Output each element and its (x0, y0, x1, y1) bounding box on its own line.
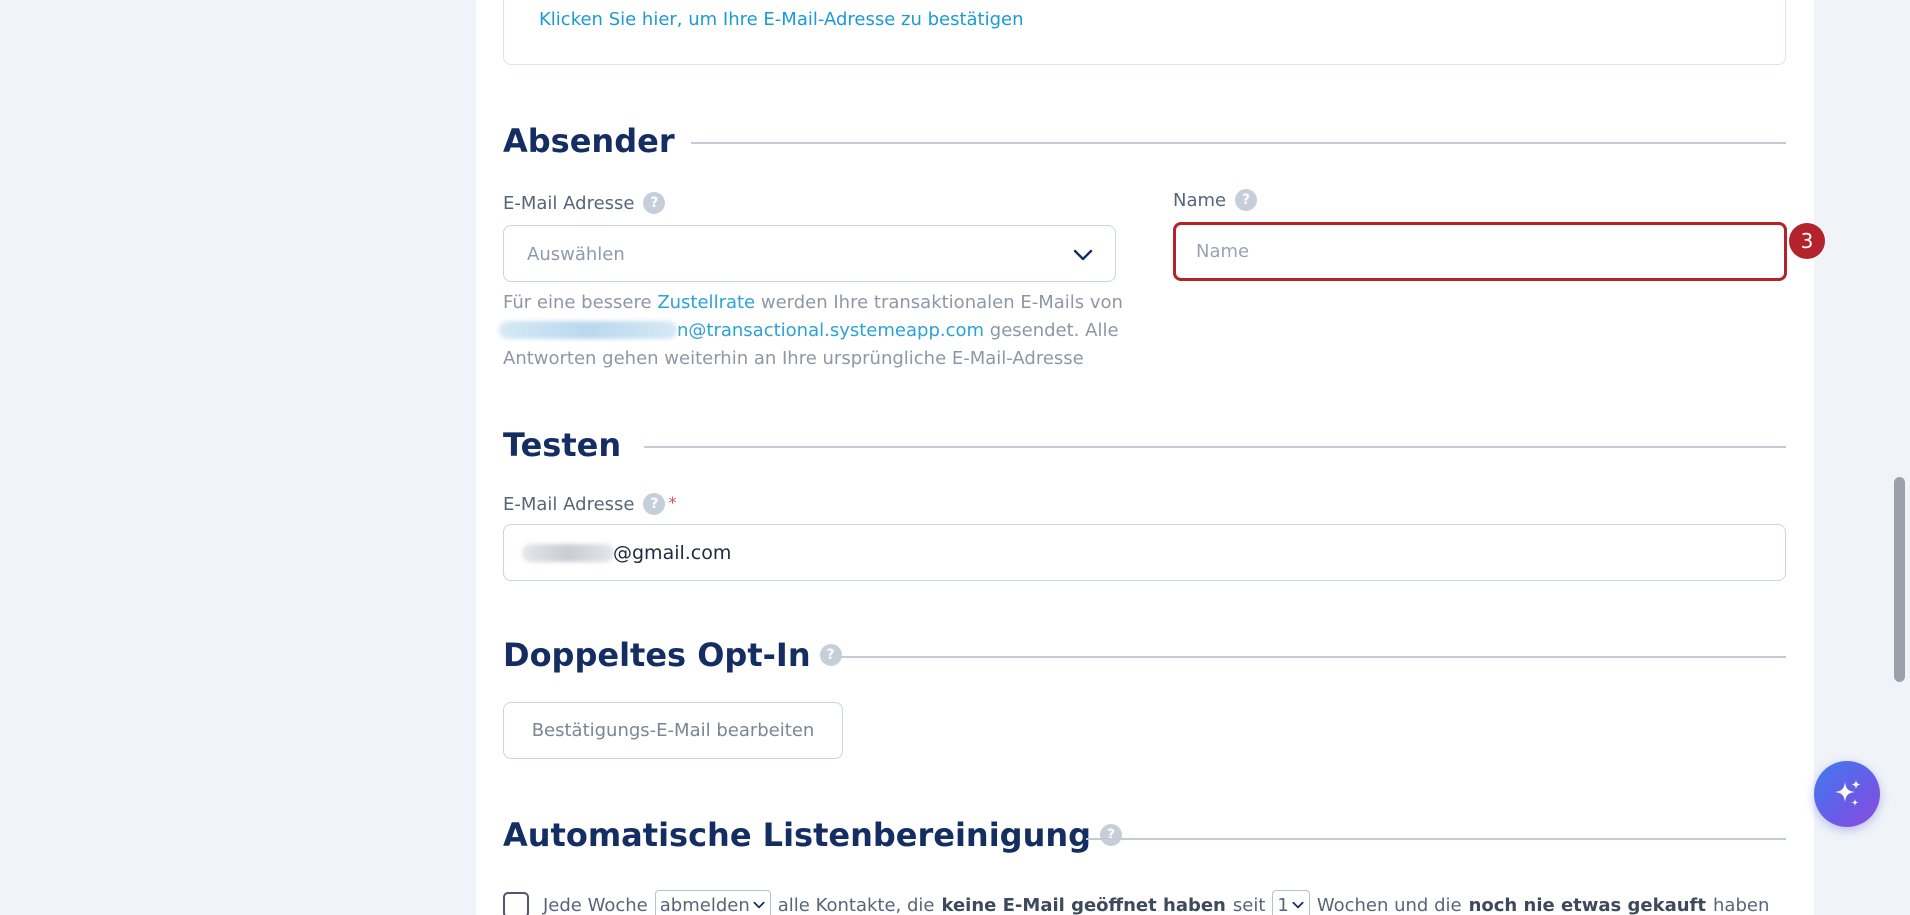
step-marker-badge: 3 (1789, 223, 1825, 259)
list-cleaning-rule: Jede Woche abmelden alle Kontakte, die k… (503, 890, 1771, 915)
rule-text-5: haben (1713, 894, 1770, 915)
sender-name-label-text: Name (1173, 189, 1227, 211)
sparkle-icon (1835, 780, 1861, 806)
question-circle-icon[interactable]: ? (819, 644, 842, 666)
test-email-label: E-Mail Adresse ? * (503, 493, 676, 515)
double-optin-divider (841, 656, 1786, 658)
redacted-sender-address (499, 321, 677, 339)
edit-confirmation-email-button[interactable]: Bestätigungs-E-Mail bearbeiten (503, 702, 843, 759)
weeks-value: 1 (1277, 894, 1289, 915)
list-cleaning-title: Automatische Listenbereinigung ? (503, 816, 1123, 854)
sender-name-input[interactable] (1173, 222, 1787, 281)
question-circle-icon[interactable]: ? (1235, 189, 1258, 211)
confirm-email-link[interactable]: Klicken Sie hier, um Ihre E-Mail-Adresse… (539, 9, 1024, 30)
scrollbar-thumb[interactable] (1894, 477, 1905, 682)
cleaning-action-select[interactable]: abmelden (654, 890, 771, 915)
question-circle-icon[interactable]: ? (643, 192, 666, 214)
list-cleaning-checkbox[interactable] (503, 892, 529, 915)
test-section-divider (644, 446, 1786, 448)
double-optin-title: Doppeltes Opt-In ? (503, 636, 842, 674)
sender-section-title: Absender (503, 122, 675, 160)
chevron-down-icon (1073, 249, 1093, 261)
test-email-label-text: E-Mail Adresse (503, 493, 635, 515)
cleaning-action-value: abmelden (659, 894, 750, 915)
list-cleaning-title-text: Automatische Listenbereinigung (503, 816, 1092, 854)
sender-email-select-value: Auswählen (527, 244, 625, 265)
sender-section-divider (691, 142, 1786, 144)
rule-text-2: alle Kontakte, die (777, 894, 935, 915)
sender-email-label: E-Mail Adresse ? (503, 192, 666, 214)
deliverability-link[interactable]: Zustellrate (657, 292, 755, 313)
redacted-email-user (522, 544, 614, 562)
test-email-input[interactable]: @gmail.com (503, 524, 1786, 581)
list-cleaning-divider (1086, 838, 1786, 840)
rule-bold-2: noch nie etwas gekauft (1468, 894, 1706, 915)
chevron-down-icon (753, 901, 765, 909)
question-circle-icon[interactable]: ? (643, 493, 666, 515)
weeks-select[interactable]: 1 (1272, 890, 1310, 915)
deliverability-hint: Für eine bessere Zustellrate werden Ihre… (499, 289, 1143, 373)
scrollbar-track[interactable] (1890, 0, 1910, 915)
rule-text-3: seit (1232, 894, 1266, 915)
chevron-down-icon (1292, 901, 1304, 909)
sender-email-label-text: E-Mail Adresse (503, 192, 635, 214)
sender-name-label: Name ? (1173, 189, 1258, 211)
hint-prefix: Für eine bessere (503, 292, 658, 313)
double-optin-title-text: Doppeltes Opt-In (503, 636, 811, 674)
transactional-address: n@transactional.systemeapp.com (677, 320, 985, 341)
required-marker: * (668, 493, 677, 512)
hint-middle: werden Ihre transaktionalen E-Mails von (755, 292, 1123, 313)
rule-text-1: Jede Woche (543, 894, 648, 915)
rule-bold-1: keine E-Mail geöffnet haben (941, 894, 1226, 915)
rule-text-4: Wochen und die (1316, 894, 1462, 915)
email-confirmation-box: Klicken Sie hier, um Ihre E-Mail-Adresse… (503, 0, 1786, 65)
sender-email-select[interactable]: Auswählen (503, 225, 1116, 282)
question-circle-icon[interactable]: ? (1100, 824, 1123, 846)
settings-panel: Klicken Sie hier, um Ihre E-Mail-Adresse… (476, 0, 1825, 915)
ai-assistant-button[interactable] (1814, 761, 1880, 827)
test-section-title: Testen (503, 426, 622, 464)
test-email-value: @gmail.com (613, 542, 732, 564)
